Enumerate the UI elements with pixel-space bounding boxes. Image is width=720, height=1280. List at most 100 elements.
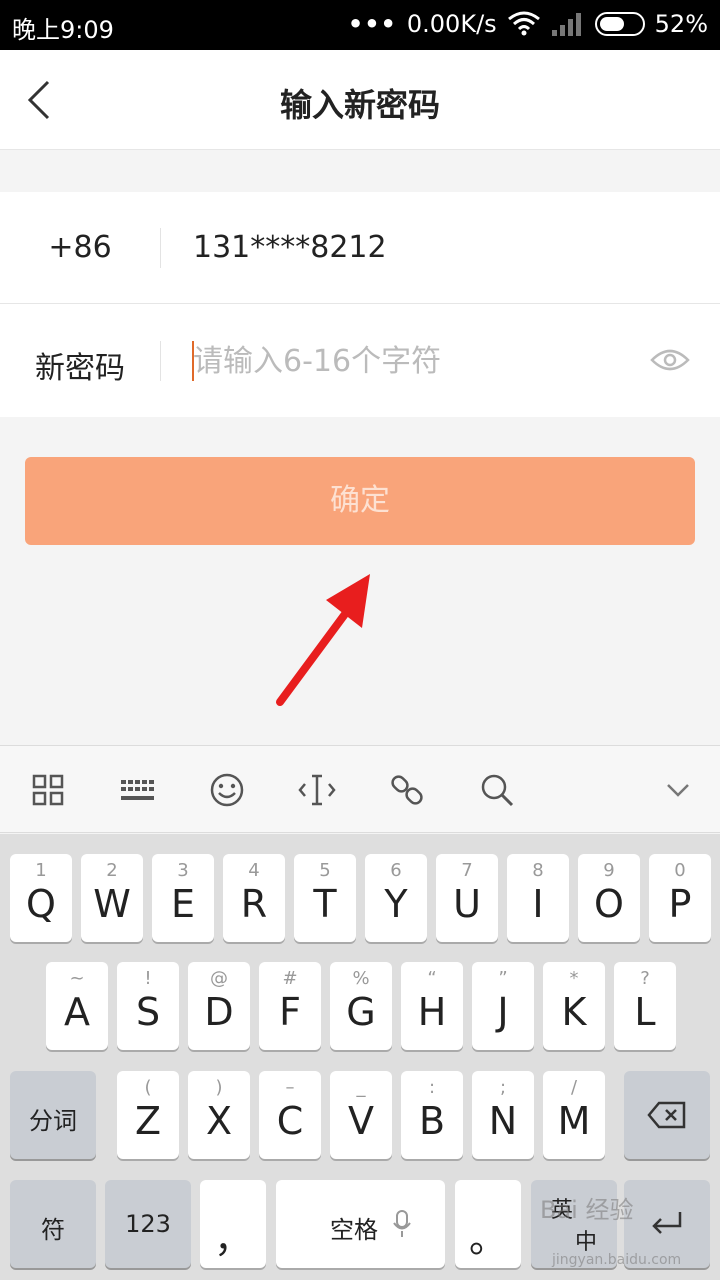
key-label: J (497, 990, 509, 1034)
key-label: G (346, 990, 376, 1034)
key-hint: 0 (674, 860, 686, 881)
status-right: ••• 0.00K/s 52% (348, 10, 708, 38)
key-label: U (453, 882, 481, 926)
key-hint: 3 (177, 860, 189, 881)
key-hint: ! (144, 968, 152, 989)
key-x[interactable]: ) X (188, 1071, 250, 1159)
status-bar: 晚上9:09 ••• 0.00K/s 52% (0, 0, 720, 50)
key-label: 。 (468, 1217, 507, 1261)
key-hint: 2 (106, 860, 118, 881)
keyboard-toolbar (0, 745, 720, 833)
key-label: D (204, 990, 234, 1034)
key-hint: / (570, 1077, 578, 1098)
key-z[interactable]: (Z (117, 1071, 179, 1159)
eye-icon[interactable] (650, 345, 690, 375)
comma-key[interactable]: ， (200, 1180, 266, 1268)
key-label: L (634, 990, 656, 1034)
key-hint: % (352, 968, 370, 989)
nav-bar: 输入新密码 (0, 50, 720, 150)
period-key[interactable]: 。 (455, 1180, 521, 1268)
key-u[interactable]: 7U (436, 854, 498, 942)
key-s[interactable]: ! S (117, 962, 179, 1050)
divider (160, 228, 161, 268)
watermark-url: jingyan.baidu.com (552, 1252, 682, 1268)
key-hint: ? (640, 968, 650, 989)
number-key[interactable]: 123 (105, 1180, 191, 1268)
key-b[interactable]: :B (401, 1071, 463, 1159)
key-hint: 1 (35, 860, 47, 881)
key-label: X (205, 1099, 233, 1143)
key-j[interactable]: ” J (472, 962, 534, 1050)
key-y[interactable]: 6Y (365, 854, 427, 942)
key-label: ， (213, 1217, 252, 1261)
key-label: C (276, 1099, 304, 1143)
chevron-down-icon[interactable] (658, 770, 698, 810)
backspace-key[interactable] (624, 1071, 710, 1159)
key-hint: ) (215, 1077, 223, 1098)
country-code[interactable]: +86 (0, 230, 160, 265)
phone-number: 131****8212 (193, 230, 387, 265)
password-input[interactable] (193, 335, 613, 387)
key-label: W (93, 882, 131, 926)
watermark: Bai 经验 (540, 1196, 634, 1224)
key-hint: ; (499, 1077, 507, 1098)
grid-icon[interactable] (28, 770, 68, 810)
microphone-icon (393, 1210, 411, 1237)
key-hint: ( (144, 1077, 152, 1098)
status-time: 晚上9:09 (12, 16, 114, 44)
key-l[interactable]: ? L (614, 962, 676, 1050)
status-dots: ••• (347, 10, 397, 38)
key-hint: ” (498, 968, 508, 989)
cursor-move-icon[interactable] (297, 770, 337, 810)
text-caret (192, 341, 194, 381)
emoji-icon[interactable] (207, 770, 247, 810)
key-label: S (135, 990, 161, 1034)
key-label: I (532, 882, 544, 926)
password-label: 新密码 (35, 351, 125, 386)
key-label: M (557, 1099, 591, 1143)
signal-icon (551, 13, 581, 36)
key-r[interactable]: 4R (223, 854, 285, 942)
key-hint: 6 (390, 860, 402, 881)
wifi-icon (507, 11, 540, 36)
key-d[interactable]: @ D (188, 962, 250, 1050)
number-key-label: 123 (125, 1210, 171, 1238)
segment-key[interactable]: 分词 (10, 1071, 96, 1159)
key-m[interactable]: / M (543, 1071, 605, 1159)
key-e[interactable]: 3E (152, 854, 214, 942)
search-icon[interactable] (477, 770, 517, 810)
key-p[interactable]: 0P (649, 854, 711, 942)
keyboard-icon[interactable] (117, 770, 157, 810)
key-label: Q (26, 882, 56, 926)
network-speed: 0.00K/s (406, 10, 497, 38)
password-form: +86 131****8212 新密码 (0, 192, 720, 417)
key-hint: # (282, 968, 298, 989)
symbol-key[interactable]: 符 (10, 1180, 96, 1268)
key-f[interactable]: # F (259, 962, 321, 1050)
key-a[interactable]: ~ A (46, 962, 108, 1050)
password-row: 新密码 (0, 305, 720, 417)
key-n[interactable]: ; N (472, 1071, 534, 1159)
space-key[interactable]: 空格 (276, 1180, 445, 1268)
key-h[interactable]: “H (401, 962, 463, 1050)
enter-icon (652, 1212, 682, 1234)
key-w[interactable]: 2W (81, 854, 143, 942)
key-k[interactable]: * K (543, 962, 605, 1050)
key-q[interactable]: 1Q (10, 854, 72, 942)
link-icon[interactable] (387, 770, 427, 810)
annotation-arrow (276, 574, 370, 706)
key-c[interactable]: – C (259, 1071, 321, 1159)
key-t[interactable]: 5T (294, 854, 356, 942)
key-o[interactable]: 9O (578, 854, 640, 942)
key-label: E (170, 882, 195, 926)
key-i[interactable]: 8I (507, 854, 569, 942)
key-hint: 9 (603, 860, 615, 881)
key-v[interactable]: _ V (330, 1071, 392, 1159)
key-hint: 8 (532, 860, 544, 881)
key-g[interactable]: % G (330, 962, 392, 1050)
key-hint: * (569, 968, 579, 989)
key-label: P (668, 882, 692, 926)
key-hint: “ (427, 968, 437, 989)
confirm-button[interactable]: 确定 (25, 457, 695, 545)
key-hint: ~ (69, 968, 85, 989)
